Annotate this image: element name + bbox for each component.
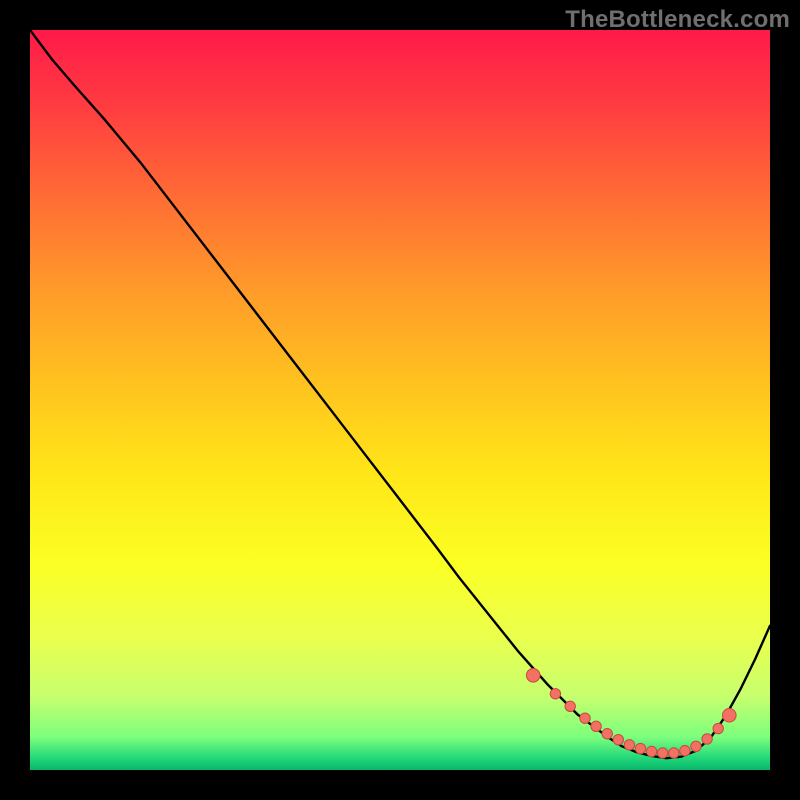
- marker-point: [591, 721, 601, 731]
- marker-point: [691, 741, 701, 751]
- marker-point: [613, 734, 623, 744]
- marker-point: [635, 743, 645, 753]
- marker-point: [713, 723, 723, 733]
- marker-point: [602, 729, 612, 739]
- marker-point: [646, 746, 656, 756]
- gradient-background: [30, 30, 770, 770]
- marker-point: [580, 713, 590, 723]
- marker-point: [680, 746, 690, 756]
- bottleneck-chart: [30, 30, 770, 770]
- marker-point: [669, 748, 679, 758]
- marker-point: [526, 668, 540, 682]
- marker-point: [624, 740, 634, 750]
- marker-point: [550, 689, 560, 699]
- marker-point: [723, 708, 737, 722]
- marker-point: [658, 748, 668, 758]
- marker-point: [702, 734, 712, 744]
- chart-frame: TheBottleneck.com: [0, 0, 800, 800]
- marker-point: [565, 701, 575, 711]
